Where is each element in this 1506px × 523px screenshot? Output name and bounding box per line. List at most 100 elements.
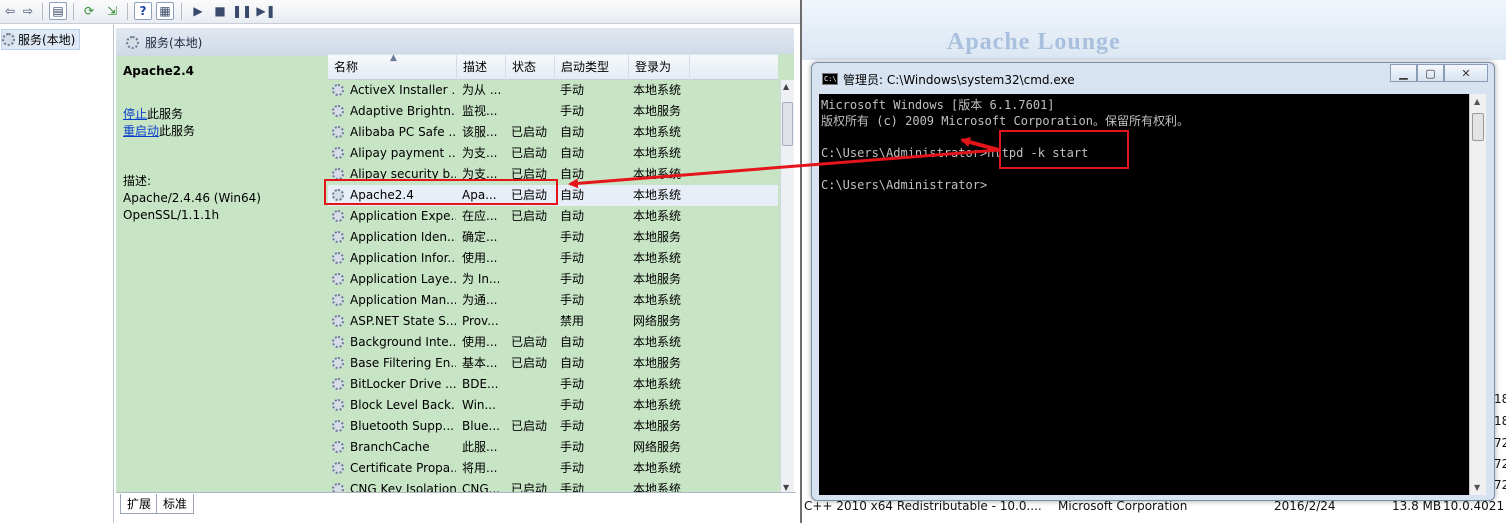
- side-number: 729: [1494, 478, 1506, 492]
- tree-item-label: 服务(本地): [18, 33, 76, 47]
- service-log-on-as: 本地系统: [633, 251, 682, 265]
- table-row[interactable]: Adaptive Brightn... 监视... 手动 本地服务: [328, 101, 778, 122]
- console-output[interactable]: Microsoft Windows [版本 6.1.7601] 版权所有 (c) …: [819, 94, 1469, 495]
- scroll-down-icon[interactable]: ▼: [783, 483, 789, 492]
- table-row[interactable]: Application Man... 为通... 手动 本地系统: [328, 290, 778, 311]
- service-description: 使用...: [462, 251, 498, 265]
- service-name: Alipay payment ...: [350, 146, 456, 160]
- view-tabs: 扩展 标准: [116, 492, 796, 517]
- service-description: 监视...: [462, 104, 498, 118]
- scroll-thumb[interactable]: [1472, 113, 1484, 141]
- table-row[interactable]: Certificate Propa... 将用... 手动 本地系统: [328, 458, 778, 479]
- tab-extended[interactable]: 扩展: [120, 494, 159, 514]
- start-service-icon[interactable]: ▶: [189, 2, 207, 20]
- service-description: Blue...: [462, 419, 500, 433]
- service-status: 已启动: [511, 356, 548, 370]
- service-status: [511, 227, 555, 248]
- side-number: 729: [1494, 457, 1506, 471]
- service-log-on-as: 本地系统: [633, 146, 682, 160]
- gear-icon: [332, 441, 344, 453]
- service-log-on-as: 本地服务: [633, 272, 682, 286]
- column-header-log-on-as[interactable]: 登录为: [629, 55, 690, 80]
- service-log-on-as: 本地系统: [633, 83, 682, 97]
- scroll-thumb[interactable]: [782, 102, 793, 146]
- refresh-icon[interactable]: ⟳: [80, 2, 98, 20]
- service-startup-type: 自动: [560, 335, 585, 349]
- tree-item-services-local[interactable]: 服务(本地): [1, 29, 81, 50]
- list-header: 名称 ▲ 描述 状态 启动类型 登录为: [328, 53, 778, 80]
- toolbar-separator: [127, 3, 128, 20]
- gear-icon: [332, 105, 344, 117]
- close-button[interactable]: ✕: [1444, 64, 1488, 82]
- service-status: [511, 374, 555, 395]
- service-name: ASP.NET State S...: [350, 314, 456, 328]
- table-row[interactable]: ActiveX Installer ... 为从 ... 手动 本地系统: [328, 80, 778, 101]
- help-icon[interactable]: ?: [134, 2, 152, 20]
- table-row[interactable]: Bluetooth Supp... Blue... 已启动 手动 本地服务: [328, 416, 778, 437]
- service-status: [511, 101, 555, 122]
- scroll-up-icon[interactable]: ▲: [1474, 97, 1480, 106]
- gear-icon: [332, 147, 344, 159]
- console-tree: 服务(本地): [0, 25, 114, 523]
- cmd-window-title: 管理员: C:\Windows\system32\cmd.exe: [843, 73, 1075, 87]
- gear-icon: [332, 462, 344, 474]
- tab-standard[interactable]: 标准: [156, 494, 195, 514]
- table-row[interactable]: Base Filtering En... 基本... 已启动 自动 本地服务: [328, 353, 778, 374]
- column-header-startup-type[interactable]: 启动类型: [555, 55, 629, 80]
- table-row[interactable]: Application Iden... 确定... 手动 本地服务: [328, 227, 778, 248]
- service-status: [511, 80, 555, 101]
- panel-title: 服务(本地): [145, 35, 203, 50]
- stop-service-link[interactable]: 停止: [123, 107, 147, 121]
- console-scrollbar[interactable]: ▲ ▼: [1469, 94, 1486, 495]
- properties-icon[interactable]: ▦: [156, 2, 174, 20]
- table-row[interactable]: ASP.NET State S... Prov... 禁用 网络服务: [328, 311, 778, 332]
- restart-service-action: 重启动此服务: [123, 123, 328, 140]
- table-row[interactable]: BranchCache 此服... 手动 网络服务: [328, 437, 778, 458]
- table-row[interactable]: Background Inte... 使用... 已启动 自动 本地系统: [328, 332, 778, 353]
- back-icon[interactable]: ⇦: [1, 2, 19, 20]
- stop-service-icon[interactable]: ■: [211, 2, 229, 20]
- show-hide-tree-icon[interactable]: ▤: [49, 2, 67, 20]
- gear-icon: [332, 84, 344, 96]
- toolbar-separator: [42, 3, 43, 20]
- table-row[interactable]: BitLocker Drive ... BDE... 手动 本地系统: [328, 374, 778, 395]
- gear-icon: [2, 33, 15, 46]
- services-rows: ActiveX Installer ... 为从 ... 手动 本地系统 Adaptiv…: [328, 80, 778, 494]
- cmd-window: C:\ 管理员: C:\Windows\system32\cmd.exe ▁ ▢…: [811, 62, 1495, 501]
- program-install-date: 2016/2/24: [1274, 499, 1336, 513]
- description-line: Apache/2.4.46 (Win64): [123, 191, 261, 205]
- service-description: 为 In...: [462, 272, 501, 286]
- service-log-on-as: 本地服务: [633, 104, 682, 118]
- restart-service-link[interactable]: 重启动: [123, 124, 159, 138]
- forward-icon[interactable]: ⇨: [19, 2, 37, 20]
- table-row[interactable]: Application Laye... 为 In... 手动 本地服务: [328, 269, 778, 290]
- list-scrollbar[interactable]: ▲ ▼: [780, 80, 794, 494]
- service-status: 已启动: [511, 209, 548, 223]
- service-name: Base Filtering En...: [350, 356, 456, 370]
- scroll-down-icon[interactable]: ▼: [1474, 483, 1480, 492]
- service-log-on-as: 本地服务: [633, 230, 682, 244]
- table-row[interactable]: Application Infor... 使用... 手动 本地系统: [328, 248, 778, 269]
- cmd-titlebar[interactable]: C:\ 管理员: C:\Windows\system32\cmd.exe ▁ ▢…: [812, 63, 1494, 93]
- table-row[interactable]: Alipay payment ... 为支... 已启动 自动 本地系统: [328, 143, 778, 164]
- column-header-status[interactable]: 状态: [506, 55, 555, 80]
- table-row[interactable]: Block Level Back... Win... 手动 本地系统: [328, 395, 778, 416]
- service-name: Application Man...: [350, 293, 456, 307]
- restart-service-icon[interactable]: ▶❚: [256, 2, 275, 20]
- service-description: 基本...: [462, 356, 498, 370]
- services-panel: 服务(本地) Apache2.4 停止此服务 重启动此服务 描述: Apache…: [116, 28, 794, 517]
- minimize-button[interactable]: ▁: [1390, 64, 1417, 82]
- scroll-up-icon[interactable]: ▲: [783, 82, 789, 91]
- maximize-button[interactable]: ▢: [1417, 64, 1444, 82]
- service-status: [511, 248, 555, 269]
- table-row[interactable]: Alibaba PC Safe ... 该服... 已启动 自动 本地系统: [328, 122, 778, 143]
- pause-service-icon[interactable]: ❚❚: [232, 2, 252, 20]
- service-status: [511, 395, 555, 416]
- column-header-description[interactable]: 描述: [457, 55, 506, 80]
- service-name: Block Level Back...: [350, 398, 456, 412]
- service-description: 在应...: [462, 209, 498, 223]
- service-log-on-as: 网络服务: [633, 314, 682, 328]
- column-header-name[interactable]: 名称 ▲: [328, 53, 457, 80]
- table-row[interactable]: Application Expe... 在应... 已启动 自动 本地系统: [328, 206, 778, 227]
- export-list-icon[interactable]: ⇲: [103, 2, 121, 20]
